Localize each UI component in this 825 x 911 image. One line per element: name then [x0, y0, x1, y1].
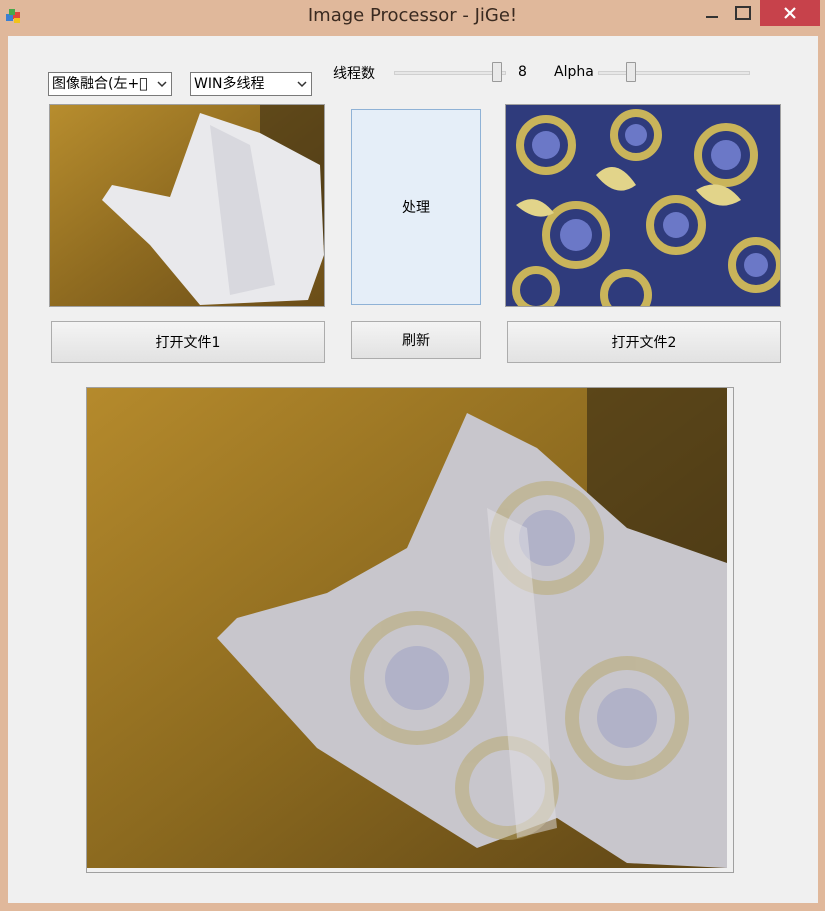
refresh-button[interactable]: 刷新: [351, 321, 481, 359]
thread-mode-select[interactable]: WIN多线程: [190, 72, 312, 96]
thread-mode-select-value: WIN多线程: [194, 76, 265, 92]
alpha-slider[interactable]: [598, 62, 750, 86]
maximize-icon: [735, 6, 751, 20]
close-button[interactable]: [760, 0, 820, 26]
open-file1-button[interactable]: 打开文件1: [51, 321, 325, 363]
result-blended-photo: [87, 388, 727, 868]
image-box-1: [49, 104, 325, 307]
app-window: Image Processor - JiGe! 图像融合(左+ᷓ WIN多线程: [0, 0, 825, 911]
minimize-button[interactable]: [698, 0, 726, 26]
threads-slider-thumb[interactable]: [492, 62, 502, 82]
process-button[interactable]: 处理: [351, 109, 481, 305]
mode-select-value: 图像融合(左+ᷓ: [52, 76, 148, 92]
client-area: 图像融合(左+ᷓ WIN多线程 线程数 8 Alpha 处理 打开文件1 刷新 …: [8, 36, 818, 903]
close-icon: [784, 7, 796, 19]
title-bar[interactable]: Image Processor - JiGe!: [0, 0, 825, 34]
threads-slider[interactable]: [394, 62, 506, 86]
mode-select[interactable]: 图像融合(左+ᷓ: [48, 72, 172, 96]
threads-slider-track: [394, 71, 506, 75]
chevron-down-icon: [297, 81, 307, 88]
alpha-slider-thumb[interactable]: [626, 62, 636, 82]
image-1-shirt-photo: [50, 105, 324, 306]
minimize-icon: [706, 16, 718, 18]
alpha-label: Alpha: [554, 64, 594, 80]
alpha-slider-track: [598, 71, 750, 75]
chevron-down-icon: [157, 81, 167, 88]
threads-label: 线程数: [333, 66, 375, 82]
result-image-box: [86, 387, 734, 873]
threads-value: 8: [518, 64, 527, 80]
maximize-button[interactable]: [729, 0, 757, 26]
image-2-pattern-photo: [506, 105, 780, 306]
image-box-2: [505, 104, 781, 307]
open-file2-button[interactable]: 打开文件2: [507, 321, 781, 363]
